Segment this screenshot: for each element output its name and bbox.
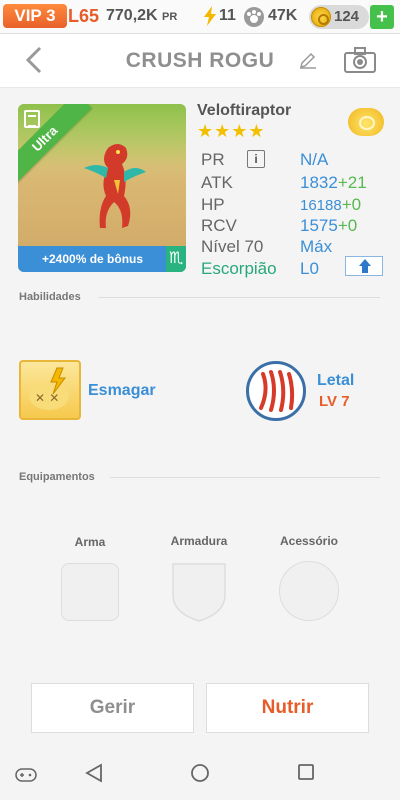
power-value: 770,2K: [106, 7, 158, 24]
system-nav-bar: [0, 748, 400, 800]
weapon-slot[interactable]: [61, 563, 119, 621]
stat-value-level: Máx: [300, 237, 333, 256]
paw-icon: [244, 7, 264, 27]
energy-count: 11: [219, 7, 236, 24]
power-rating: 770,2K PR: [106, 7, 177, 25]
element-cloud-icon[interactable]: [348, 108, 384, 136]
stat-label-atk: ATK: [201, 173, 233, 192]
stat-value-pr: N/A: [300, 150, 329, 169]
upgrade-arrow-icon[interactable]: [345, 256, 383, 276]
skill-lethal-label[interactable]: Letal: [317, 372, 354, 390]
gamepad-icon[interactable]: [15, 768, 37, 782]
skills-title: Habilidades: [19, 291, 81, 303]
lightning-icon: [204, 6, 216, 26]
power-unit: PR: [162, 11, 178, 23]
camera-icon[interactable]: [344, 47, 376, 73]
stat-label-sign: Escorpião: [201, 259, 277, 278]
stat-label-hp: HP: [201, 195, 225, 214]
creature-name: Veloftiraptor: [197, 102, 292, 119]
accessory-slot[interactable]: [279, 561, 339, 621]
vip-badge[interactable]: VIP 3: [3, 4, 67, 28]
add-coins-button[interactable]: +: [370, 5, 394, 29]
crush-icon[interactable]: ✕ ✕: [19, 360, 81, 420]
stat-value-atk: 1832+21: [300, 173, 367, 193]
stat-label-rcv: RCV: [201, 216, 237, 235]
food-count: 47K: [268, 7, 298, 24]
slot-label-armor: Armadura: [170, 534, 228, 548]
home-circle-icon[interactable]: [190, 763, 210, 783]
rcv-bonus: +0: [337, 216, 358, 235]
document-icon[interactable]: [24, 110, 40, 128]
stat-label-level: Nível 70: [201, 237, 264, 256]
stat-label-pr: PR: [201, 150, 225, 169]
star-rating: ★★★★: [197, 121, 266, 141]
pencil-icon[interactable]: [298, 50, 318, 70]
slot-label-weapon: Arma: [74, 535, 106, 549]
hp-bonus: +0: [341, 195, 362, 214]
player-level: L65: [68, 6, 100, 26]
status-bar: VIP 3 L65 770,2K PR 11 47K 124 +: [0, 0, 400, 34]
back-triangle-icon[interactable]: [85, 763, 103, 783]
info-icon[interactable]: i: [247, 150, 265, 168]
dragon-image: [84, 144, 146, 228]
zodiac-icon: ♏: [166, 246, 186, 272]
stat-value-rcv: 1575+0: [300, 216, 357, 236]
coin-pill: 124: [309, 5, 369, 29]
divider: [110, 477, 380, 478]
page-title: CRUSH ROGU: [125, 49, 275, 72]
atk-bonus: +21: [337, 173, 367, 192]
hp-value: 16188: [300, 197, 342, 214]
bonus-bar: +2400% de bônus: [18, 246, 186, 272]
stat-value-sign: L0: [300, 259, 319, 278]
coin-count: 124: [334, 8, 360, 25]
claw-icon[interactable]: [246, 361, 306, 421]
skill-crush-label[interactable]: Esmagar: [88, 382, 156, 400]
stat-value-hp: 16188+0: [300, 195, 361, 215]
divider: [98, 297, 380, 298]
rcv-value: 1575: [300, 216, 338, 235]
atk-value: 1832: [300, 173, 338, 192]
armor-slot[interactable]: [170, 561, 228, 623]
coin-icon: [311, 7, 331, 27]
creature-portrait[interactable]: Ultra +2400% de bônus ♏: [18, 104, 186, 272]
svg-text:✕ ✕: ✕ ✕: [35, 391, 59, 405]
equipment-title: Equipamentos: [19, 471, 95, 483]
manage-button[interactable]: Gerir: [31, 683, 194, 733]
skill-lethal-level: LV 7: [319, 393, 350, 410]
feed-button[interactable]: Nutrir: [206, 683, 369, 733]
slot-label-accessory: Acessório: [279, 534, 339, 548]
recents-square-icon[interactable]: [297, 763, 315, 781]
page-header: CRUSH ROGU: [0, 34, 400, 88]
